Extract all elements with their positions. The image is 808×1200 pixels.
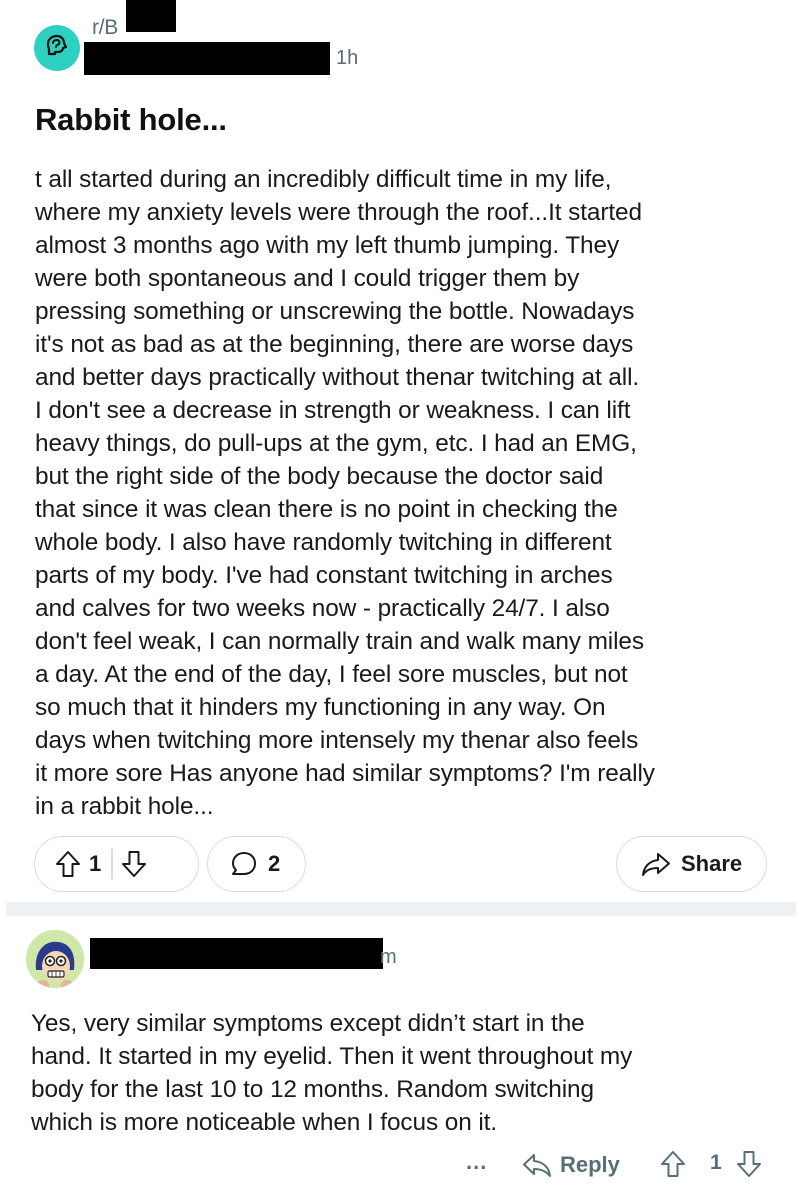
redacted-commenter-name <box>90 938 383 969</box>
reply-label: Reply <box>560 1152 620 1177</box>
commenter-avatar[interactable] <box>26 930 84 988</box>
subreddit-name[interactable]: r/B <box>92 16 118 40</box>
section-divider <box>6 902 796 916</box>
post-body: t all started during an incredibly diffi… <box>35 166 655 820</box>
subreddit-avatar[interactable] <box>34 25 80 71</box>
comment-bubble-icon <box>230 850 258 878</box>
comment-vote-count: 1 <box>710 1151 722 1174</box>
comment-body: Yes, very similar symptoms except didn’t… <box>31 1010 633 1136</box>
redacted-username <box>84 42 330 75</box>
post-title[interactable]: Rabbit hole... <box>35 102 227 138</box>
post-time: 1h <box>336 47 359 69</box>
post-vote-count: 1 <box>89 851 102 876</box>
comment-actions: ... Reply 1 <box>460 1145 790 1185</box>
share-label: Share <box>681 851 743 876</box>
redacted-subreddit-name <box>126 0 176 32</box>
vote-divider <box>111 849 113 879</box>
downvote-arrow-icon[interactable] <box>121 850 147 878</box>
post-header: r/B 1h <box>0 0 808 95</box>
comments-button[interactable]: 2 <box>207 836 306 892</box>
upvote-arrow-icon[interactable] <box>660 1150 686 1178</box>
reply-button[interactable]: Reply <box>522 1145 620 1185</box>
upvote-arrow-icon[interactable] <box>55 850 81 878</box>
downvote-arrow-icon[interactable] <box>736 1150 762 1178</box>
reply-arrow-icon <box>522 1152 552 1178</box>
share-button[interactable]: Share <box>616 836 767 892</box>
post-comment-count: 2 <box>268 851 281 876</box>
more-options-button[interactable]: ... <box>466 1149 487 1175</box>
vote-control: 1 <box>34 836 199 892</box>
share-arrow-icon <box>641 851 671 877</box>
comment-time: m <box>380 946 397 968</box>
brain-icon <box>42 31 72 66</box>
